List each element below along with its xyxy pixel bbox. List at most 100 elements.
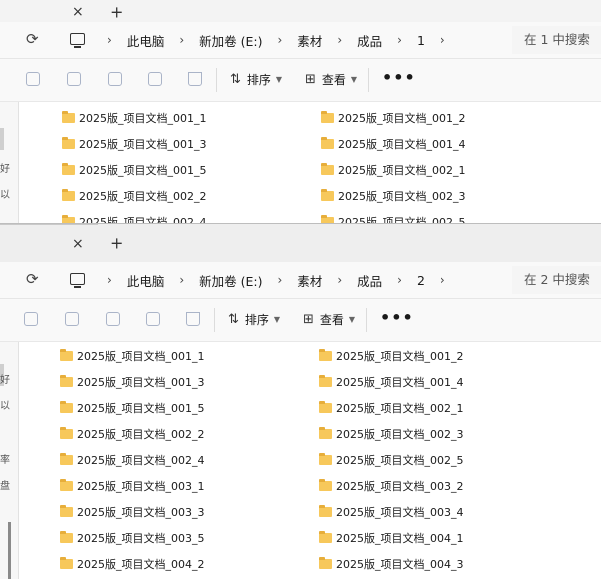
chevron-right-icon[interactable]: ›: [337, 273, 342, 287]
folder-item[interactable]: 2025版_项目文档_001_5: [62, 161, 207, 179]
folder-name: 2025版_项目文档_003_1: [77, 480, 205, 493]
chevron-right-icon[interactable]: ›: [179, 273, 184, 287]
folder-item[interactable]: 2025版_项目文档_002_5: [319, 451, 464, 469]
more-icon[interactable]: •••: [380, 308, 414, 327]
paste-icon[interactable]: [65, 312, 79, 326]
folder-item[interactable]: 2025版_项目文档_002_3: [321, 187, 466, 205]
folder-item[interactable]: 2025版_项目文档_003_3: [60, 503, 205, 521]
view-button[interactable]: ⊞ 查看 ▼: [303, 311, 355, 328]
folder-item[interactable]: 2025版_项目文档_001_4: [321, 135, 466, 153]
close-icon[interactable]: ×: [72, 4, 84, 20]
share-icon[interactable]: [148, 72, 162, 86]
tab-active[interactable]: ×: [0, 0, 98, 24]
folder-item[interactable]: 2025版_项目文档_003_1: [60, 477, 205, 495]
breadcrumb-this-pc[interactable]: 此电脑: [127, 31, 165, 50]
folder-name: 2025版_项目文档_002_2: [79, 190, 207, 203]
search-input[interactable]: 在 1 中搜索: [512, 26, 601, 54]
tab-strip: × +: [0, 0, 601, 24]
folder-icon: [319, 349, 332, 361]
plus-icon[interactable]: +: [110, 234, 123, 253]
folder-icon: [319, 453, 332, 465]
address-row: ⟳ › 此电脑 › 新加卷 (E:) › 素材 › 成品 › 1 › 在 1 中…: [0, 22, 601, 59]
sort-button[interactable]: ⇅ 排序 ▼: [230, 71, 282, 88]
view-label: 查看: [321, 73, 346, 87]
paste-icon[interactable]: [67, 72, 81, 86]
folder-item[interactable]: 2025版_项目文档_003_4: [319, 503, 464, 521]
plus-icon[interactable]: +: [110, 3, 123, 22]
view-button[interactable]: ⊞ 查看 ▼: [305, 71, 357, 88]
rename-icon[interactable]: [106, 312, 120, 326]
folder-name: 2025版_项目文档_003_2: [336, 480, 464, 493]
chevron-right-icon[interactable]: ›: [337, 33, 342, 47]
folder-item[interactable]: 2025版_项目文档_001_3: [60, 373, 205, 391]
folder-icon: [319, 505, 332, 517]
folder-item[interactable]: 2025版_项目文档_004_1: [319, 529, 464, 547]
breadcrumb-materials[interactable]: 素材: [297, 271, 322, 290]
folder-icon: [62, 137, 75, 149]
breadcrumb-current[interactable]: 1: [417, 33, 425, 48]
folder-item[interactable]: 2025版_项目文档_002_2: [62, 187, 207, 205]
folder-item[interactable]: 2025版_项目文档_002_3: [319, 425, 464, 443]
chevron-right-icon[interactable]: ›: [440, 33, 445, 47]
folder-item[interactable]: 2025版_项目文档_001_2: [321, 109, 466, 127]
folder-item[interactable]: 2025版_项目文档_001_2: [319, 347, 464, 365]
folder-name: 2025版_项目文档_002_1: [336, 402, 464, 415]
folder-item[interactable]: 2025版_项目文档_003_5: [60, 529, 205, 547]
copy-icon[interactable]: [26, 72, 40, 86]
search-input[interactable]: 在 2 中搜索: [512, 266, 601, 294]
breadcrumb-this-pc[interactable]: 此电脑: [127, 271, 165, 290]
folder-item[interactable]: 2025版_项目文档_003_2: [319, 477, 464, 495]
rename-icon[interactable]: [108, 72, 122, 86]
chevron-right-icon[interactable]: ›: [107, 273, 112, 287]
breadcrumb-drive[interactable]: 新加卷 (E:): [199, 31, 262, 50]
tab-active[interactable]: ×: [0, 224, 98, 262]
folder-icon: [321, 163, 334, 175]
folder-item[interactable]: 2025版_项目文档_002_1: [321, 161, 466, 179]
chevron-right-icon[interactable]: ›: [397, 33, 402, 47]
folder-name: 2025版_项目文档_001_2: [336, 350, 464, 363]
folder-icon: [62, 111, 75, 123]
folder-item[interactable]: 2025版_项目文档_001_4: [319, 373, 464, 391]
trash-icon[interactable]: [188, 72, 202, 86]
refresh-icon[interactable]: ⟳: [26, 270, 39, 288]
folder-name: 2025版_项目文档_001_4: [336, 376, 464, 389]
folder-item[interactable]: 2025版_项目文档_002_4: [60, 451, 205, 469]
breadcrumb-materials[interactable]: 素材: [297, 31, 322, 50]
folder-item[interactable]: 2025版_项目文档_002_2: [60, 425, 205, 443]
breadcrumb-current[interactable]: 2: [417, 273, 425, 288]
chevron-right-icon[interactable]: ›: [397, 273, 402, 287]
folder-icon: [62, 189, 75, 201]
refresh-icon[interactable]: ⟳: [26, 30, 39, 48]
chevron-right-icon[interactable]: ›: [440, 273, 445, 287]
copy-icon[interactable]: [24, 312, 38, 326]
trash-icon[interactable]: [186, 312, 200, 326]
sort-button[interactable]: ⇅ 排序 ▼: [228, 311, 280, 328]
share-icon[interactable]: [146, 312, 160, 326]
more-icon[interactable]: •••: [382, 68, 416, 87]
folder-item[interactable]: 2025版_项目文档_001_1: [60, 347, 205, 365]
folder-item[interactable]: 2025版_项目文档_004_3: [319, 555, 464, 573]
folder-name: 2025版_项目文档_001_1: [77, 350, 205, 363]
folder-item[interactable]: 2025版_项目文档_001_1: [62, 109, 207, 127]
chevron-right-icon[interactable]: ›: [107, 33, 112, 47]
folder-name: 2025版_项目文档_003_4: [336, 506, 464, 519]
chevron-right-icon[interactable]: ›: [277, 33, 282, 47]
address-bar[interactable]: › 此电脑 › 新加卷 (E:) › 素材 › 成品 › 2 ›: [60, 266, 504, 294]
breadcrumb-finished[interactable]: 成品: [357, 31, 382, 50]
folder-item[interactable]: 2025版_项目文档_001_3: [62, 135, 207, 153]
toolbar-divider: [368, 68, 369, 92]
folder-item[interactable]: 2025版_项目文档_002_1: [319, 399, 464, 417]
folder-name: 2025版_项目文档_002_1: [338, 164, 466, 177]
breadcrumb-finished[interactable]: 成品: [357, 271, 382, 290]
folder-item[interactable]: 2025版_项目文档_001_5: [60, 399, 205, 417]
address-bar[interactable]: › 此电脑 › 新加卷 (E:) › 素材 › 成品 › 1 ›: [60, 26, 504, 54]
close-icon[interactable]: ×: [72, 236, 84, 252]
folder-icon: [60, 349, 73, 361]
chevron-right-icon[interactable]: ›: [277, 273, 282, 287]
breadcrumb-drive[interactable]: 新加卷 (E:): [199, 271, 262, 290]
folder-icon: [319, 479, 332, 491]
folder-icon: [319, 375, 332, 387]
folder-item[interactable]: 2025版_项目文档_004_2: [60, 555, 205, 573]
tab-strip: × +: [0, 224, 601, 262]
chevron-right-icon[interactable]: ›: [179, 33, 184, 47]
